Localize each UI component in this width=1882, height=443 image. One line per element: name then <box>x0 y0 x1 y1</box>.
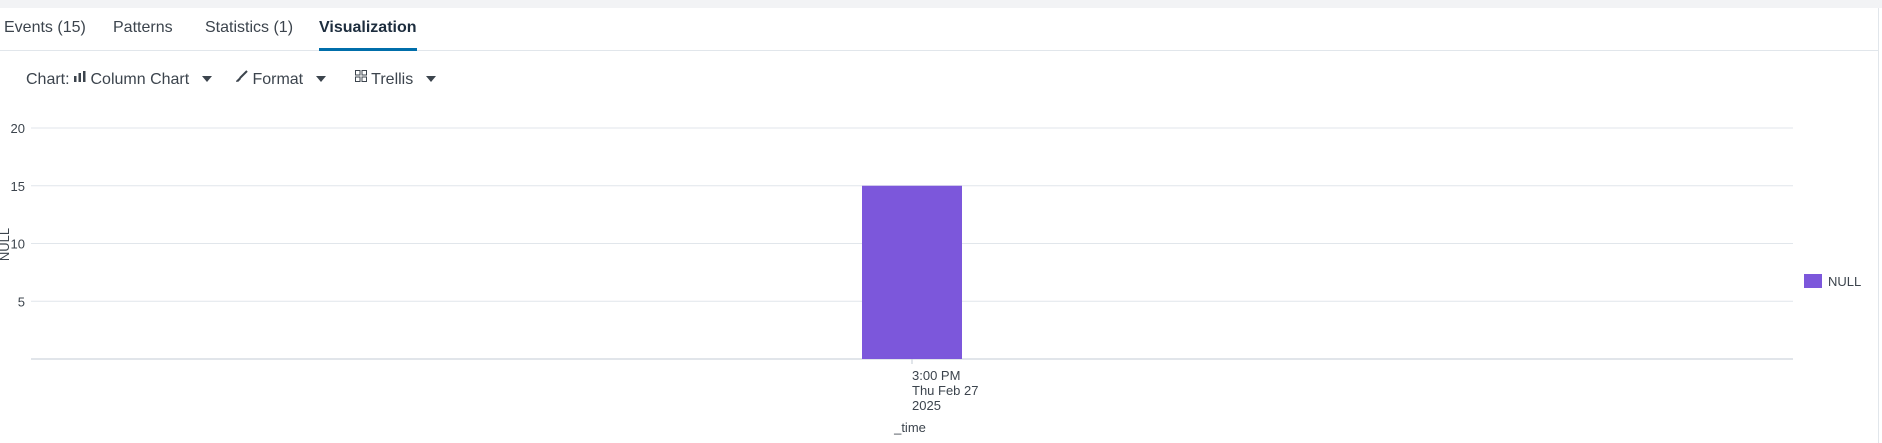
y-axis-title: NULL <box>0 228 12 261</box>
bar-null[interactable] <box>862 185 962 359</box>
x-tick-label: 3:00 PM Thu Feb 27 2025 <box>912 368 979 413</box>
y-tick-label: 20 <box>11 121 25 136</box>
y-tick-label: 5 <box>18 294 25 309</box>
x-axis-title: _time <box>893 420 926 435</box>
chart-bars <box>862 185 962 359</box>
legend-label[interactable]: NULL <box>1828 274 1861 289</box>
x-axis: 3:00 PM Thu Feb 27 2025 <box>911 359 979 413</box>
y-axis: 5 10 15 20 <box>11 121 25 309</box>
column-chart: 5 10 15 20 3:00 PM Thu Feb 27 2025 NULL _time… <box>0 121 1861 435</box>
y-tick-label: 10 <box>11 237 25 252</box>
legend-swatch <box>1804 274 1822 288</box>
chart-legend: NULL <box>1804 274 1861 289</box>
y-tick-label: 15 <box>11 179 25 194</box>
